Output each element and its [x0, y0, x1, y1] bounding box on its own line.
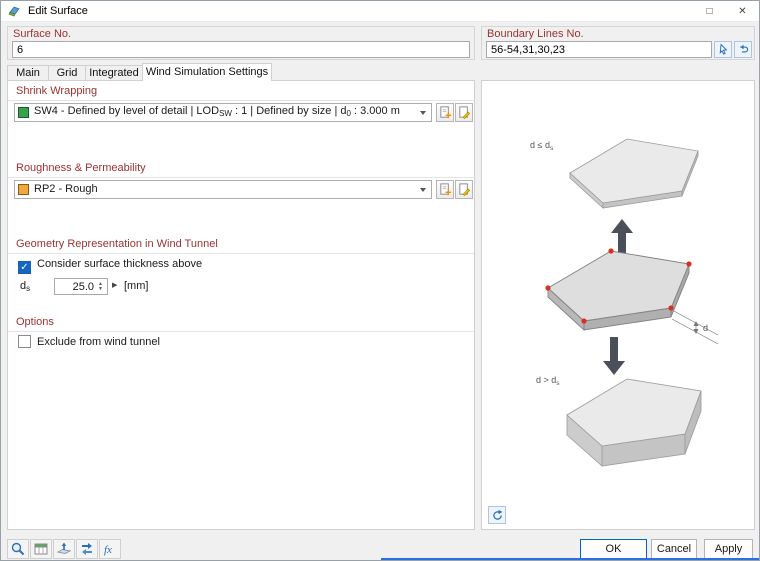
thickness-dimension [672, 310, 718, 344]
exclude-wind-tunnel-label[interactable]: Exclude from wind tunnel [37, 336, 160, 348]
consider-thickness-label[interactable]: Consider surface thickness above [37, 258, 202, 270]
new-sheet-icon [438, 105, 453, 120]
geometry-representation-title: Geometry Representation in Wind Tunnel [8, 238, 474, 254]
surface-no-group: Surface No. [7, 26, 475, 60]
edit-sheet-icon [457, 182, 472, 197]
boundary-lines-input[interactable] [486, 41, 712, 58]
tab-integrated[interactable]: Integrated [85, 65, 143, 81]
roughness-edit-button[interactable] [455, 180, 473, 199]
close-button[interactable]: ✕ [726, 1, 759, 21]
fx-icon: fx [102, 541, 118, 557]
diagram-panel: d ≤ ds [481, 80, 755, 530]
magnifier-icon [10, 541, 26, 557]
slider-arrow-icon[interactable]: ▶ [112, 281, 117, 289]
ok-button[interactable]: OK [580, 539, 647, 559]
roughness-new-button[interactable] [436, 180, 454, 199]
rotate-view-icon [491, 509, 504, 522]
boundary-lines-label: Boundary Lines No. [487, 28, 584, 40]
return-arrow-icon [737, 43, 750, 56]
thick-case-label: d > ds [536, 375, 560, 387]
spin-down-icon[interactable]: ▼ [98, 287, 103, 292]
cancel-button[interactable]: Cancel [651, 539, 697, 559]
shrink-wrapping-select[interactable]: SW4 - Defined by level of detail | LODSW… [14, 103, 432, 122]
titlebar[interactable]: Edit Surface □ ✕ [1, 1, 759, 22]
chevron-down-icon [415, 181, 431, 198]
thickness-symbol: ds [20, 280, 30, 293]
surface-no-label: Surface No. [13, 28, 71, 40]
maximize-button[interactable]: □ [693, 1, 726, 21]
apply-button[interactable]: Apply [704, 539, 753, 559]
app-icon [8, 4, 22, 18]
new-sheet-icon [438, 182, 453, 197]
thin-case-label: d ≤ ds [530, 140, 554, 152]
window-title: Edit Surface [28, 5, 88, 17]
shrink-wrapping-edit-button[interactable] [455, 103, 473, 122]
roughness-select[interactable]: RP2 - Rough [14, 180, 432, 199]
consider-thickness-checkbox[interactable]: ✓ [18, 261, 31, 274]
boundary-lines-group: Boundary Lines No. [481, 26, 755, 60]
table-edit-button[interactable] [30, 539, 52, 559]
thickness-unit: [mm] [124, 280, 148, 292]
select-lines-button[interactable] [714, 41, 732, 58]
thickness-row: ds 25.0 ▲ ▼ ▶ [mm] [20, 278, 320, 295]
roughness-permeability-title: Roughness & Permeability [8, 162, 474, 178]
options-title: Options [8, 316, 474, 332]
thickness-input[interactable]: 25.0 ▲ ▼ [54, 278, 108, 295]
shrink-wrapping-new-button[interactable] [436, 103, 454, 122]
shrink-color-swatch [18, 107, 29, 118]
shrink-wrapping-value: SW4 - Defined by level of detail | LODSW… [34, 103, 415, 122]
thick-surface-illustration [567, 379, 701, 466]
layer-arrow-icon [56, 541, 72, 557]
wind-settings-panel: Shrink Wrapping SW4 - Defined by level o… [7, 80, 475, 530]
swap-arrows-icon [79, 541, 95, 557]
exclude-wind-tunnel-checkbox[interactable] [18, 335, 31, 348]
select-pointer-icon [717, 43, 730, 56]
edit-surface-dialog: Edit Surface □ ✕ Surface No. Boundary Li… [0, 0, 760, 561]
thin-surface-illustration [570, 139, 698, 208]
roughness-color-swatch [18, 184, 29, 195]
chevron-down-icon [415, 104, 431, 121]
wind-thickness-diagram: d ≤ ds [482, 81, 754, 529]
graphics-settings-button[interactable] [488, 506, 506, 524]
find-button[interactable] [7, 539, 29, 559]
restore-selection-button[interactable] [734, 41, 752, 58]
table-icon [33, 541, 49, 557]
tab-grid[interactable]: Grid [48, 65, 86, 81]
tab-main[interactable]: Main [7, 65, 49, 81]
roughness-value: RP2 - Rough [34, 181, 415, 198]
thickness-value: 25.0 [73, 281, 94, 293]
swap-selection-button[interactable] [76, 539, 98, 559]
edit-sheet-icon [457, 105, 472, 120]
arrow-down-icon [603, 337, 625, 375]
consider-thickness-row: ✓ Consider surface thickness above [18, 258, 202, 274]
jump-to-object-button[interactable] [53, 539, 75, 559]
formula-button[interactable]: fx [99, 539, 121, 559]
dimension-label: d [703, 323, 708, 333]
surface-no-input[interactable] [12, 41, 470, 58]
tab-wind-simulation-settings[interactable]: Wind Simulation Settings [142, 63, 272, 81]
bottom-accent-strip [381, 558, 759, 560]
shrink-wrapping-title: Shrink Wrapping [8, 85, 474, 101]
source-surface-illustration [545, 248, 691, 330]
exclude-row: Exclude from wind tunnel [18, 335, 160, 348]
svg-text:fx: fx [104, 544, 112, 556]
